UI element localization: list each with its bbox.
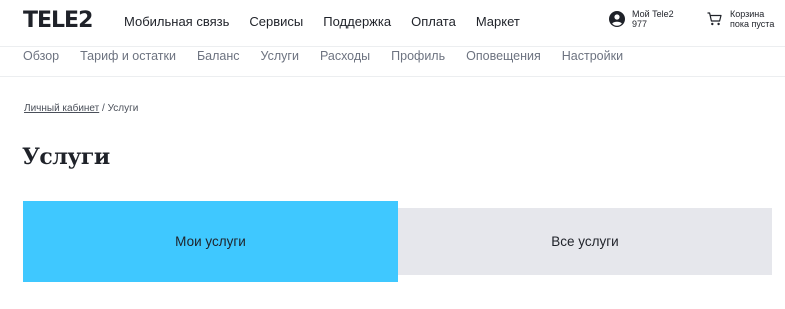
- account-number: 977: [632, 19, 648, 29]
- nav-item-mobile[interactable]: Мобильная связь: [124, 14, 229, 30]
- user-circle-icon: [609, 11, 625, 27]
- top-header: TELE2 Мобильная связь Сервисы Поддержка …: [0, 0, 785, 46]
- subnav-item-balance[interactable]: Баланс: [197, 49, 240, 64]
- account-title: Мой Tele2: [632, 9, 674, 19]
- header-divider: [0, 46, 785, 47]
- account-sub-nav: Обзор Тариф и остатки Баланс Услуги Расх…: [23, 49, 644, 64]
- tab-all-services-label: Все услуги: [551, 234, 619, 249]
- breadcrumb-link-account[interactable]: Личный кабинет: [24, 103, 99, 114]
- subnav-item-tariff[interactable]: Тариф и остатки: [80, 49, 176, 64]
- breadcrumb-separator: /: [99, 103, 108, 114]
- account-text: Мой Tele2 977: [632, 9, 674, 29]
- cart-text: Корзина пока пуста: [730, 9, 774, 29]
- nav-item-market[interactable]: Маркет: [476, 14, 520, 30]
- tab-my-services[interactable]: Мои услуги: [23, 201, 398, 282]
- nav-item-payment[interactable]: Оплата: [411, 14, 456, 30]
- subnav-item-services[interactable]: Услуги: [261, 49, 299, 64]
- tab-my-services-label: Мои услуги: [175, 234, 246, 249]
- tele2-logo[interactable]: TELE2: [23, 8, 93, 33]
- subnav-item-settings[interactable]: Настройки: [562, 49, 623, 64]
- tab-all-services[interactable]: Все услуги: [398, 208, 772, 275]
- nav-item-support[interactable]: Поддержка: [323, 14, 391, 30]
- subnav-item-profile[interactable]: Профиль: [391, 49, 445, 64]
- main-nav: Мобильная связь Сервисы Поддержка Оплата…: [124, 14, 540, 30]
- cart-status: пока пуста: [730, 19, 775, 29]
- breadcrumb-current: Услуги: [107, 103, 139, 114]
- cart-title: Корзина: [730, 9, 765, 19]
- cart-icon: [707, 12, 722, 26]
- nav-item-services[interactable]: Сервисы: [249, 14, 303, 30]
- page-title: Услуги: [22, 144, 110, 170]
- account-link[interactable]: Мой Tele2 977: [609, 9, 674, 29]
- subnav-item-notifications[interactable]: Оповещения: [466, 49, 541, 64]
- subnav-item-expenses[interactable]: Расходы: [320, 49, 370, 64]
- cart-link[interactable]: Корзина пока пуста: [707, 9, 774, 29]
- subnav-divider: [0, 76, 785, 77]
- subnav-item-overview[interactable]: Обзор: [23, 49, 59, 64]
- breadcrumb: Личный кабинет / Услуги: [24, 103, 138, 114]
